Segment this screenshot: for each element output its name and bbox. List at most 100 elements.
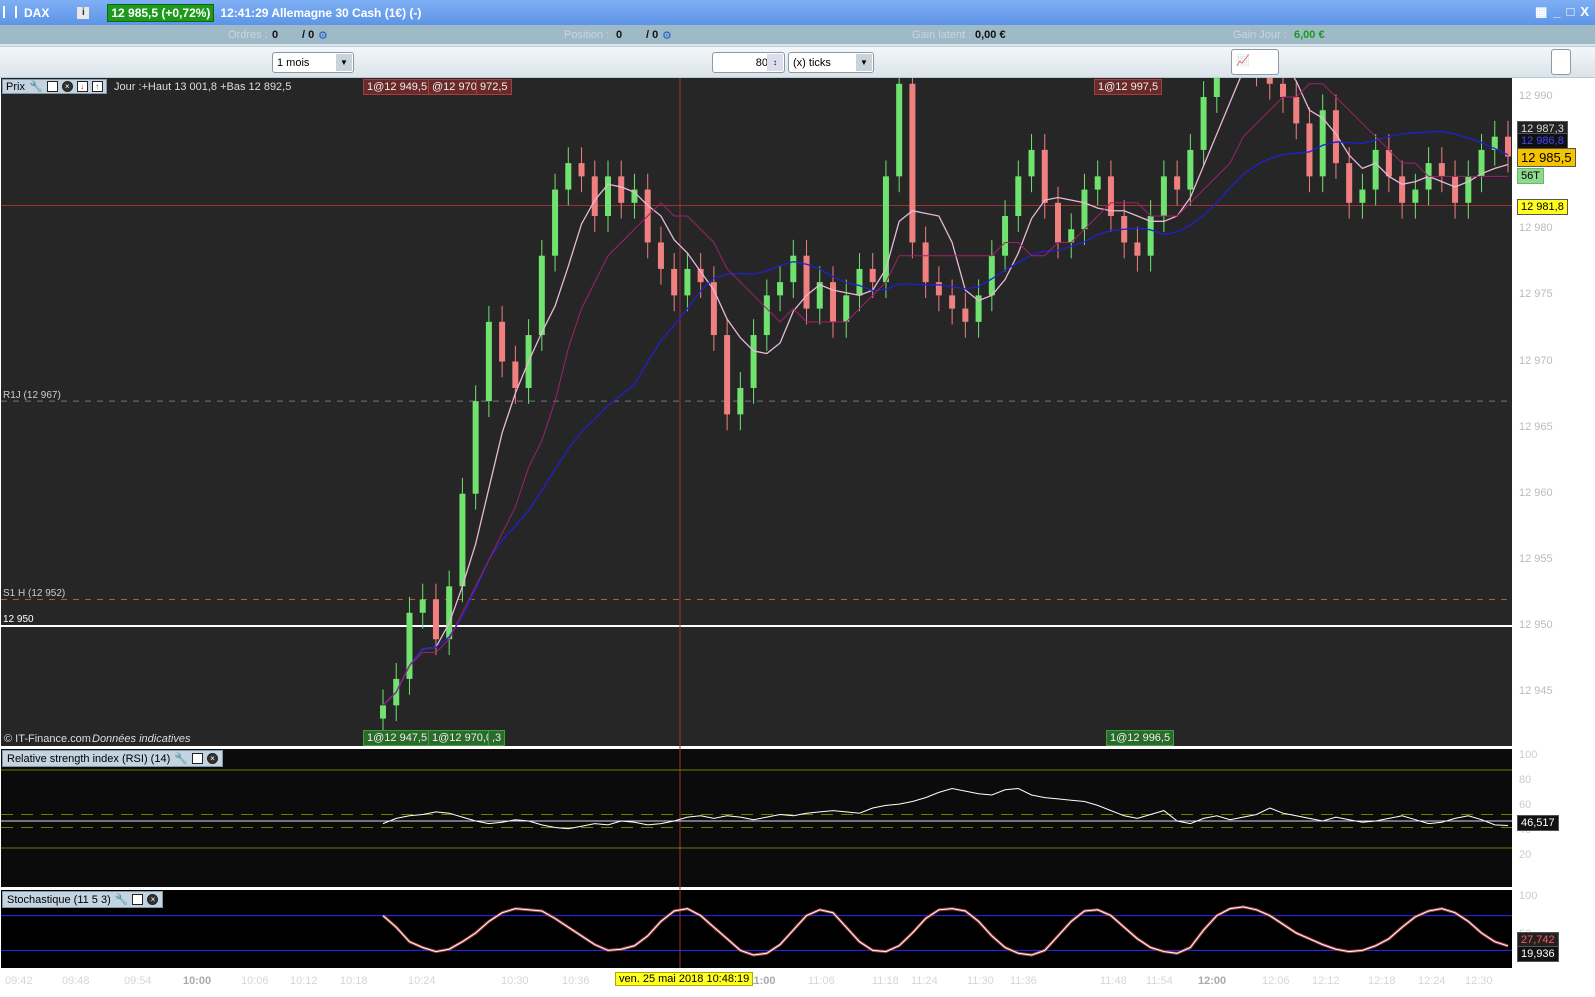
order-tag[interactable]: 1@12 949,5 (363, 79, 432, 95)
period-select[interactable]: 1 mois ▼ (272, 52, 354, 73)
time-tick-label: 10:06 (241, 975, 269, 987)
cursor-price-badge: 12 981,8 (1517, 199, 1568, 215)
candle (763, 295, 770, 336)
wrench-icon[interactable]: 🔧 (115, 893, 129, 906)
candle (830, 282, 836, 322)
time-tick-label: 10:18 (340, 975, 368, 987)
window-icon[interactable] (46, 81, 58, 92)
candle (552, 189, 559, 256)
candle (909, 83, 916, 243)
arrow-down-icon[interactable]: ↓ (76, 81, 88, 92)
close-button[interactable]: X (1580, 4, 1589, 20)
time-tick-label: 12:18 (1368, 975, 1396, 987)
keyboard-icon[interactable]: ▦ (1535, 4, 1547, 20)
round-level-label: 12 950 (3, 614, 34, 625)
candle-icon[interactable] (3, 6, 17, 18)
maximize-button[interactable]: □ (1566, 4, 1574, 20)
position-total[interactable]: / 0 (646, 29, 658, 41)
ticks-unit-select[interactable]: (x) ticks ▼ (788, 52, 874, 73)
y-tick-label: 12 945 (1519, 685, 1553, 698)
candle (472, 401, 479, 494)
rsi-tick-label: 100 (1519, 749, 1538, 761)
candle (1412, 189, 1419, 203)
r1-level-label: R1J (12 967) (3, 390, 61, 401)
time-tick-label: 12:00 (1198, 975, 1227, 987)
chart-area[interactable]: Prix 🔧 × ↓ ↑ Jour :+Haut 13 001,8 +Bas 12 8… (0, 78, 1595, 997)
close-icon[interactable]: × (61, 81, 73, 92)
close-icon[interactable]: × (147, 894, 159, 905)
stoch-panel-header: Stochastique (11 5 3) 🔧 × (2, 891, 164, 908)
gear-icon[interactable]: ⚙ (318, 29, 328, 42)
s1-level-label: S1 H (12 952) (3, 588, 66, 599)
candle (1015, 176, 1022, 217)
candle (856, 268, 863, 296)
candle (1280, 83, 1286, 97)
time-tick-label: 10:24 (408, 975, 436, 987)
order-tag[interactable]: 1@12 970,0 (428, 730, 497, 746)
rsi-value-badge: 46,517 (1517, 815, 1559, 831)
wrench-icon[interactable]: 🔧 (174, 752, 188, 765)
time-axis-area (0, 968, 1595, 997)
rsi-tick-label: 80 (1519, 774, 1532, 786)
cursor-time-badge: ven. 25 mai 2018 10:48:19 (615, 972, 754, 986)
orders-total[interactable]: / 0 (302, 29, 314, 41)
minimize-button[interactable]: _ (1553, 4, 1560, 20)
rsi-tick-label: 20 (1519, 849, 1532, 861)
order-tag[interactable]: 972,5 (476, 79, 512, 95)
order-tag[interactable]: 1@12 947,5 (363, 730, 432, 746)
candle (499, 321, 506, 362)
window-icon[interactable] (191, 753, 203, 764)
ticks-input[interactable]: 80 ↕ (712, 52, 785, 73)
price-badge: 12 985,5 (+0,72%) (107, 3, 215, 22)
candle (1081, 189, 1088, 230)
day-info: Jour :+Haut 13 001,8 +Bas 12 892,5 (114, 81, 292, 93)
window-title: 12:41:29 Allemagne 30 Cash (1€) (-) (220, 5, 422, 20)
window-icon[interactable] (132, 894, 144, 905)
gear-icon[interactable]: ⚙ (662, 29, 672, 42)
candle (380, 705, 386, 719)
symbol-selector[interactable]: DAX (24, 6, 49, 20)
candle (459, 493, 466, 587)
candle (790, 255, 797, 283)
orders-label: Ordres : (228, 29, 268, 41)
order-tag[interactable]: 1@12 997,5 (1094, 79, 1163, 95)
stoch-panel (1, 890, 1512, 968)
close-icon[interactable]: × (206, 753, 218, 764)
arrow-up-icon[interactable]: ↑ (91, 81, 103, 92)
candle (935, 282, 942, 296)
rsi-panel-header: Relative strength index (RSI) (14) 🔧 × (2, 750, 223, 767)
price-panel-title: Prix (6, 80, 25, 93)
candle (1200, 97, 1207, 150)
trade-toggle-button[interactable] (1551, 49, 1571, 75)
candle (988, 255, 995, 296)
candle (1213, 78, 1220, 97)
candle (1385, 149, 1392, 177)
order-tag[interactable]: ,3 (488, 730, 506, 746)
wrench-icon[interactable]: 🔧 (29, 80, 43, 93)
candle (565, 163, 572, 190)
candle (1359, 189, 1366, 203)
time-tick-label: 09:42 (5, 975, 33, 987)
info-icon[interactable]: i (77, 6, 90, 19)
candle (922, 242, 929, 283)
candle (1094, 176, 1101, 190)
candle (485, 321, 492, 402)
order-tag[interactable]: 1@12 996,5 (1106, 730, 1175, 746)
candle (1293, 97, 1300, 124)
stepper-icon[interactable]: ↕ (767, 54, 783, 71)
candle (432, 599, 439, 640)
indicators-button[interactable]: 📈 (1231, 49, 1279, 75)
chart-svg[interactable] (0, 78, 1595, 997)
candle (578, 163, 585, 177)
chevron-down-icon[interactable]: ▼ (336, 54, 352, 71)
candle (538, 255, 545, 336)
time-tick-label: 11:30 (967, 975, 994, 987)
disclaimer: Données indicatives (92, 733, 191, 745)
candle (512, 361, 519, 388)
time-tick-label: 09:48 (62, 975, 90, 987)
chevron-down-icon[interactable]: ▼ (856, 54, 872, 71)
gain-latent-label: Gain latent : (912, 29, 972, 41)
candle (446, 586, 453, 640)
time-tick-label: 11:48 (1100, 975, 1127, 987)
time-tick-label: 10:12 (290, 975, 318, 987)
